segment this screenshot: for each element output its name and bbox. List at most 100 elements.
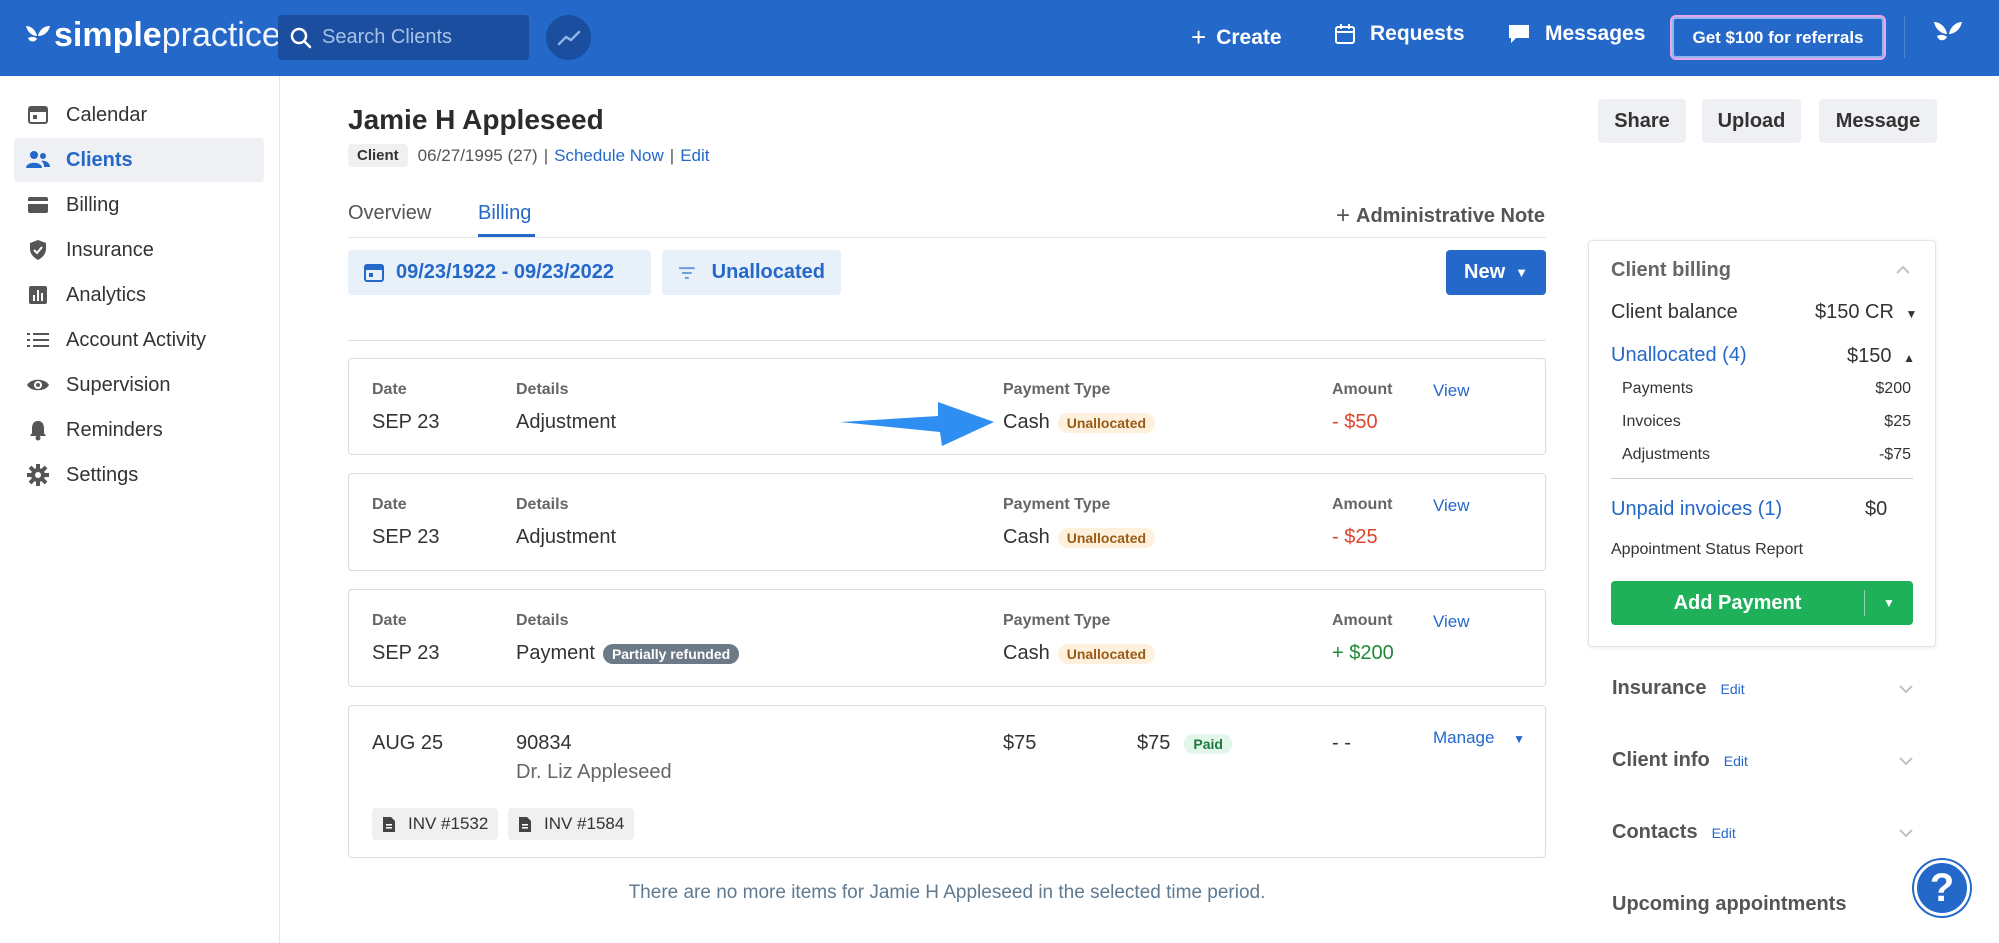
view-link[interactable]: View — [1433, 612, 1470, 632]
shield-icon — [26, 238, 50, 262]
edit-client-link[interactable]: Edit — [680, 146, 709, 166]
new-button[interactable]: New ▼ — [1446, 250, 1546, 295]
date-range-filter[interactable]: 09/23/1922 - 09/23/2022 — [348, 250, 651, 295]
add-payment-button[interactable]: Add Payment — [1611, 581, 1864, 625]
upcoming-appointments-section[interactable]: Upcoming appointments — [1612, 893, 1846, 916]
separator: | — [543, 145, 549, 165]
insurance-section[interactable]: Insurance Edit — [1612, 677, 1745, 700]
chevron-down-icon[interactable] — [1898, 756, 1914, 766]
trend-line-icon — [557, 30, 580, 45]
payment-type-value: Cash — [1003, 526, 1050, 548]
simplepractice-logo[interactable]: simple practice — [24, 16, 281, 55]
date-range-label: 09/23/1922 - 09/23/2022 — [396, 261, 614, 283]
logo-text-light: practice — [161, 16, 281, 54]
tab-billing[interactable]: Billing — [478, 202, 531, 225]
schedule-now-link[interactable]: Schedule Now — [554, 146, 664, 166]
invoice-amount: - - — [1332, 732, 1351, 754]
chevron-down-icon[interactable] — [1898, 828, 1914, 838]
edit-client-info-link[interactable]: Edit — [1724, 753, 1748, 769]
client-balance-value: $150 CR — [1815, 301, 1894, 323]
transaction-details: Adjustment — [516, 526, 617, 548]
details-header: Details — [516, 496, 569, 513]
amount-header: Amount — [1332, 612, 1393, 629]
unallocated-toggle[interactable]: $150 ▲ — [1847, 345, 1915, 368]
butterfly-menu-button[interactable] — [1932, 20, 1964, 51]
edit-insurance-link[interactable]: Edit — [1720, 681, 1744, 697]
sidebar-item-settings[interactable]: Settings — [14, 453, 264, 497]
unallocated-link[interactable]: Unallocated (4) — [1611, 344, 1747, 367]
no-more-items-message: There are no more items for Jamie H Appl… — [628, 882, 1266, 903]
calendar-request-icon — [1335, 24, 1355, 44]
payment-type: Cash Unallocated — [1003, 526, 1156, 549]
view-link[interactable]: View — [1433, 381, 1470, 401]
referral-button[interactable]: Get $100 for referrals — [1670, 15, 1886, 60]
chevron-down-icon[interactable] — [1898, 684, 1914, 694]
filter-icon — [678, 266, 695, 279]
paid-amount-value: $75 — [1137, 732, 1171, 754]
sidebar-item-analytics[interactable]: Analytics — [14, 273, 264, 317]
requests-button[interactable]: Requests — [1334, 22, 1465, 46]
status-filter[interactable]: Unallocated — [662, 250, 841, 295]
requests-label: Requests — [1370, 22, 1465, 45]
sidebar-item-billing[interactable]: Billing — [14, 183, 264, 227]
create-label: Create — [1216, 25, 1282, 49]
client-info-section[interactable]: Client info Edit — [1612, 749, 1748, 772]
list-icon — [26, 328, 50, 352]
manage-label: Manage — [1433, 728, 1495, 747]
trend-button[interactable] — [546, 15, 591, 60]
chevron-up-icon[interactable] — [1895, 265, 1911, 275]
invoice-chip[interactable]: INV #1532 — [372, 808, 499, 840]
invoice-chip[interactable]: INV #1584 — [508, 808, 635, 840]
sidebar-item-clients[interactable]: Clients — [14, 138, 264, 182]
caret-down-icon: ▼ — [1513, 732, 1526, 746]
messages-label: Messages — [1545, 22, 1646, 45]
share-button[interactable]: Share — [1598, 99, 1686, 143]
amount-header: Amount — [1332, 496, 1393, 513]
date-header: Date — [372, 612, 407, 629]
sidebar-item-calendar[interactable]: Calendar — [14, 93, 264, 137]
contacts-section[interactable]: Contacts Edit — [1612, 821, 1736, 844]
sidebar-item-label: Billing — [66, 193, 120, 216]
logo-text-bold: simple — [54, 16, 162, 54]
transaction-details: Adjustment — [516, 411, 617, 433]
view-link[interactable]: View — [1433, 496, 1470, 516]
payment-type-value: Cash — [1003, 642, 1050, 664]
invoice-number: INV #1584 — [544, 814, 625, 833]
caret-down-icon: ▼ — [1905, 307, 1918, 321]
plus-icon: + — [1336, 202, 1351, 229]
sidebar-item-insurance[interactable]: Insurance — [14, 228, 264, 272]
client-info-section-title: Client info — [1612, 749, 1710, 771]
sidebar-item-supervision[interactable]: Supervision — [14, 363, 264, 407]
upload-button[interactable]: Upload — [1702, 99, 1801, 143]
panel-divider — [1611, 478, 1913, 479]
help-button[interactable]: ? — [1914, 860, 1970, 916]
analytics-icon — [26, 283, 50, 307]
butterfly-icon — [1934, 22, 1962, 41]
message-button[interactable]: Message — [1819, 99, 1937, 143]
invoices-label: Invoices — [1622, 413, 1681, 430]
manage-dropdown[interactable]: Manage ▼ — [1433, 728, 1525, 748]
sidebar-item-label: Settings — [66, 463, 139, 486]
tab-overview[interactable]: Overview — [348, 202, 431, 225]
administrative-note-button[interactable]: + Administrative Note — [1336, 202, 1545, 230]
caret-down-icon: ▼ — [1515, 265, 1528, 280]
plus-icon: + — [1191, 22, 1207, 52]
header-divider — [1904, 16, 1905, 58]
paid-amount: $75 Paid — [1137, 732, 1232, 755]
appointment-status-report-link[interactable]: Appointment Status Report — [1611, 541, 1803, 559]
sidebar-item-reminders[interactable]: Reminders — [14, 408, 264, 452]
payments-value: $200 — [1875, 380, 1911, 397]
messages-button[interactable]: Messages — [1507, 22, 1645, 46]
payment-type: Cash Unallocated — [1003, 411, 1156, 434]
client-balance-dropdown[interactable]: $150 CR ▼ — [1815, 301, 1917, 324]
payment-type-value: Cash — [1003, 411, 1050, 433]
search-clients-input[interactable] — [322, 26, 512, 49]
add-payment-options-button[interactable]: ▼ — [1865, 581, 1913, 625]
edit-contacts-link[interactable]: Edit — [1712, 825, 1736, 841]
partially-refunded-badge: Partially refunded — [602, 643, 740, 664]
unpaid-invoices-link[interactable]: Unpaid invoices (1) — [1611, 498, 1782, 521]
sidebar-item-label: Insurance — [66, 238, 154, 261]
billing-card-icon — [26, 193, 50, 217]
create-button[interactable]: + Create — [1191, 22, 1282, 53]
sidebar-item-account-activity[interactable]: Account Activity — [14, 318, 264, 362]
